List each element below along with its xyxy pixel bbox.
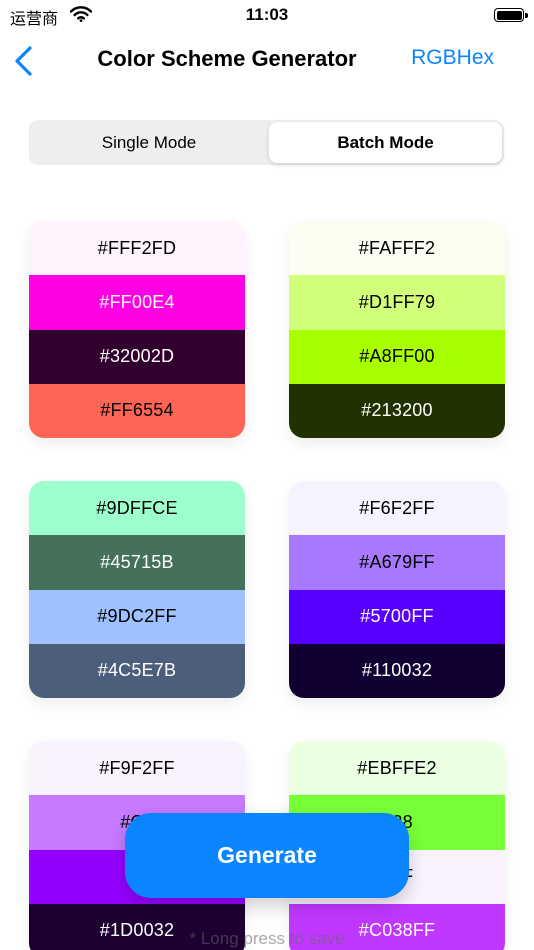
generate-button[interactable]: Generate [125,813,409,898]
status-bar: 运营商 11:03 [0,0,534,30]
rgbhex-button[interactable]: RGBHex [411,46,494,70]
status-time: 11:03 [245,5,289,24]
color-swatch: #110032 [289,643,505,698]
battery-icon [494,8,528,22]
page-title: Color Scheme Generator [97,46,357,71]
color-swatch: #FF6554 [29,383,245,438]
color-swatch: #F6F2FF [289,481,505,536]
color-swatch: #32002D [29,329,245,384]
color-swatch: #F9F2FF [29,741,245,796]
long-press-hint: * Long press to save [189,929,345,948]
segment-single-mode[interactable]: Single Mode [31,122,267,163]
color-swatch: #EBFFE2 [289,741,505,796]
color-scheme-card[interactable]: #FFF2FD #FF00E4 #32002D #FF6554 [29,221,245,438]
color-scheme-card[interactable]: #FAFFF2 #D1FF79 #A8FF00 #213200 [289,221,505,438]
color-swatch: #5700FF [289,589,505,644]
mode-segmented-control: Single Mode Batch Mode [29,120,504,165]
color-swatch: #D1FF79 [289,275,505,330]
color-scheme-card[interactable]: #9DFFCE #45715B #9DC2FF #4C5E7B [29,481,245,698]
color-scheme-card[interactable]: #F6F2FF #A679FF #5700FF #110032 [289,481,505,698]
navigation-bar: Color Scheme Generator RGBHex [0,38,534,84]
color-swatch: #45715B [29,535,245,590]
color-swatch: #FF00E4 [29,275,245,330]
color-swatch: #FFF2FD [29,221,245,276]
color-swatch: #A8FF00 [289,329,505,384]
segment-batch-mode[interactable]: Batch Mode [269,122,502,163]
color-swatch: #4C5E7B [29,643,245,698]
color-swatch: #FAFFF2 [289,221,505,276]
color-swatch: #A679FF [289,535,505,590]
color-swatch: #9DC2FF [29,589,245,644]
color-swatch: #9DFFCE [29,481,245,536]
color-swatch: #213200 [289,383,505,438]
